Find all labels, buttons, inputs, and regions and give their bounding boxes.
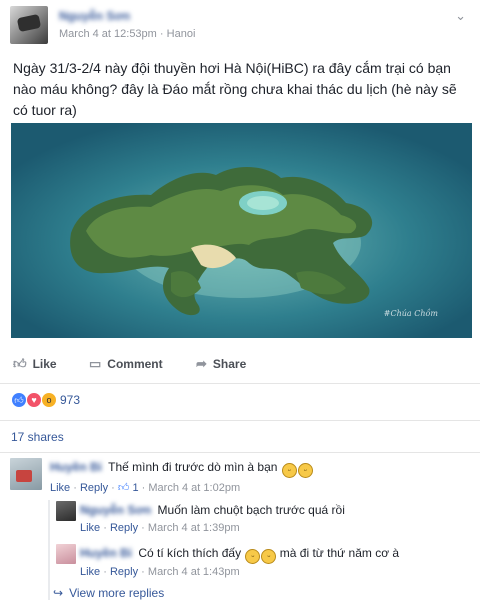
smile-emoji-icon: ᵕ [261,549,277,564]
divider [0,452,480,453]
comment-text: Thế mình đi trước dò mìn à bạn [108,460,278,474]
reply-author[interactable]: Nguyễn Sơn [80,503,151,517]
reply: Nguyễn Sơn Muốn làm chuột bạch trước quá… [80,503,345,517]
comment-time[interactable]: March 4 at 1:02pm [148,482,240,494]
reply-reply-link[interactable]: Reply [110,566,138,578]
comment-like-link[interactable]: Like [50,482,70,494]
share-button[interactable]: ➦ Share [196,356,246,372]
meta-separator: · [159,28,164,40]
comment: Huyền Bi Thế mình đi trước dò mìn à bạn … [50,460,313,478]
reply-author[interactable]: Huyền Bi [80,546,132,560]
reply-meta: Like · Reply · March 4 at 1:43pm [80,566,240,578]
reply-text: Muốn làm chuột bạch trước quá rồi [157,503,345,517]
thumbs-up-icon: 👍︎ [13,356,27,371]
reply-avatar[interactable] [56,544,76,564]
post-actions: 👍︎ Like ▭ Comment ➦ Share [11,350,472,380]
wow-reaction-icon: o [41,392,57,408]
meta-dot: · [111,482,115,494]
shares-link[interactable]: 17 shares [11,430,64,444]
post-text: Ngày 31/3-2/4 này đội thuyền hơi Hà Nội(… [13,60,457,118]
chevron-down-icon[interactable]: ⌄ [455,8,466,24]
comment-reply-link[interactable]: Reply [80,482,108,494]
like-button[interactable]: 👍︎ Like [13,356,57,372]
reactions-summary[interactable]: 👍︎ ♥ o 973 [11,392,80,408]
comment-button[interactable]: ▭ Comment [89,356,163,372]
comment-author[interactable]: Huyền Bi [50,460,102,474]
post-location[interactable]: Hanoi [167,28,196,40]
reply-reply-link[interactable]: Reply [110,522,138,534]
divider [0,420,480,421]
reply-text-continued: mà đi từ thứ năm cơ à [279,546,400,560]
comment-label: Comment [107,357,163,371]
commenter-avatar[interactable] [10,458,42,490]
island-image [11,123,472,338]
grin-emoji-icon: ᵕ [297,463,313,478]
meta-dot: · [73,482,77,494]
reply-time[interactable]: March 4 at 1:39pm [148,522,240,534]
divider [0,383,480,384]
share-label: Share [212,357,247,371]
comment-meta: Like · Reply · 👍︎ 1 · March 4 at 1:02pm [50,481,240,494]
meta-dot: · [141,566,145,578]
reply-time[interactable]: March 4 at 1:43pm [148,566,240,578]
reply-text: Có tí kích thích đấy [138,546,242,560]
reply-like-link[interactable]: Like [80,566,100,578]
reply-avatar[interactable] [56,501,76,521]
post-time[interactable]: March 4 at 12:53pm [59,28,157,40]
thumbs-up-icon: 👍︎ [117,482,130,494]
like-reaction-icon: 👍︎ [11,392,27,408]
reply-meta: Like · Reply · March 4 at 1:39pm [80,522,240,534]
comment-icon: ▭ [89,356,102,371]
reaction-count: 973 [60,393,81,407]
meta-dot: · [103,566,107,578]
meta-dot: · [141,522,145,534]
share-arrow-icon: ➦ [196,356,207,371]
grin-emoji-icon: ᵕ [281,463,297,478]
reply-like-link[interactable]: Like [80,522,100,534]
like-label: Like [32,357,57,371]
photo-watermark: #Chúa Chồm [383,309,438,318]
view-more-replies-link[interactable]: ↪ View more replies [53,586,164,600]
post-header: Nguyễn Sơn March 4 at 12:53pm · Hanoi ⌄ [0,0,480,50]
meta-dot: · [103,522,107,534]
smile-emoji-icon: ᵕ [245,549,261,564]
view-more-label: View more replies [69,586,165,600]
reply-thread-line [48,500,50,600]
comment-like-count[interactable]: 1 [132,482,138,494]
author-name[interactable]: Nguyễn Sơn [59,9,130,23]
post-meta: March 4 at 12:53pm · Hanoi [59,28,195,40]
post-photo[interactable]: #Chúa Chồm [11,123,472,338]
meta-dot: · [141,482,146,494]
reply-arrow-icon: ↪ [53,586,64,600]
reply: Huyền Bi Có tí kích thích đấy ᵕᵕ mà đi t… [80,546,399,564]
love-reaction-icon: ♥ [26,392,42,408]
author-avatar[interactable] [10,6,48,44]
